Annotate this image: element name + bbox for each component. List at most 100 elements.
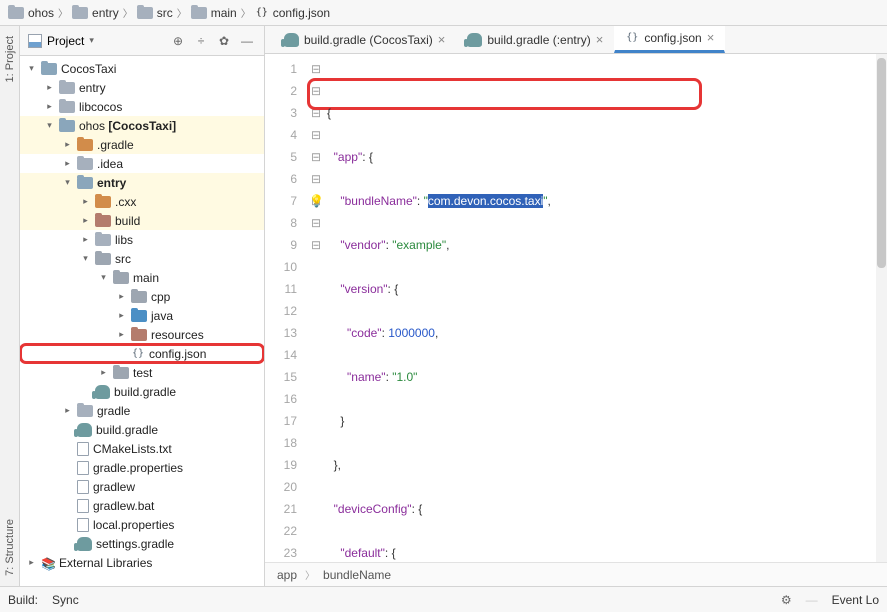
editor-tabs: build.gradle (CocosTaxi)× build.gradle (… — [265, 26, 887, 54]
folder-icon — [131, 329, 147, 341]
folder-icon — [191, 7, 207, 19]
tree-item[interactable]: java — [20, 306, 264, 325]
workspace: 1: Project 7: Structure Project ▾ ⊕ ÷ ✿ … — [0, 26, 887, 586]
tree-item[interactable]: main — [20, 268, 264, 287]
event-log-button[interactable]: Event Lo — [832, 593, 879, 607]
tree-item[interactable]: gradle.properties — [20, 458, 264, 477]
folder-icon — [77, 158, 93, 170]
tree-item-external[interactable]: 📚External Libraries — [20, 553, 264, 572]
tree-item-ohos[interactable]: ohos [CocosTaxi] — [20, 116, 264, 135]
tab-build-gradle-root[interactable]: build.gradle (CocosTaxi)× — [273, 26, 456, 53]
tree-item[interactable]: build — [20, 211, 264, 230]
crumb[interactable]: ohos — [28, 6, 54, 20]
gradle-file-icon — [77, 423, 92, 437]
tree-item-entry-module[interactable]: entry — [20, 173, 264, 192]
folder-icon — [77, 139, 93, 151]
intention-bulb-icon[interactable]: 💡 — [309, 190, 324, 212]
tree-item[interactable]: gradlew — [20, 477, 264, 496]
expand-icon[interactable]: ÷ — [192, 32, 210, 50]
gradle-file-icon — [77, 537, 92, 551]
close-icon[interactable]: × — [438, 32, 446, 47]
project-dropdown[interactable]: Project — [47, 34, 84, 48]
gradle-file-icon — [284, 33, 299, 47]
folder-icon — [95, 215, 111, 227]
editor-breadcrumb: app 〉 bundleName — [265, 562, 887, 586]
crumb[interactable]: src — [157, 6, 173, 20]
tree-item[interactable]: gradlew.bat — [20, 496, 264, 515]
line-gutter: 1234567891011121314151617181920212223 — [265, 54, 307, 562]
json-path[interactable]: app — [277, 568, 297, 582]
scrollbar-thumb[interactable] — [877, 58, 886, 268]
tree-item[interactable]: entry — [20, 78, 264, 97]
tree-item[interactable]: build.gradle — [20, 420, 264, 439]
json-path[interactable]: bundleName — [323, 568, 391, 582]
file-icon — [77, 499, 89, 513]
json-file-icon — [255, 6, 269, 20]
tree-item[interactable]: test — [20, 363, 264, 382]
crumb[interactable]: main — [211, 6, 237, 20]
fold-gutter[interactable]: ⊟⊟⊟⊟⊟⊟⊟⊟⊟ — [307, 54, 325, 562]
module-folder-icon — [41, 63, 57, 75]
tab-config-json[interactable]: config.json× — [614, 26, 725, 53]
gradle-file-icon — [467, 33, 482, 47]
file-icon — [77, 480, 89, 494]
tree-item[interactable]: .gradle — [20, 135, 264, 154]
module-folder-icon — [77, 177, 93, 189]
editor-column: build.gradle (CocosTaxi)× build.gradle (… — [265, 26, 887, 586]
folder-icon — [59, 101, 75, 113]
tree-item[interactable]: CMakeLists.txt — [20, 439, 264, 458]
folder-icon — [113, 367, 129, 379]
tree-item[interactable]: libs — [20, 230, 264, 249]
hide-icon[interactable]: — — [238, 32, 256, 50]
project-header: Project ▾ ⊕ ÷ ✿ — — [20, 26, 264, 56]
gear-icon[interactable]: ✿ — [215, 32, 233, 50]
crumb[interactable]: entry — [92, 6, 119, 20]
close-icon[interactable]: × — [707, 30, 715, 45]
breadcrumb: ohos〉 entry〉 src〉 main〉 config.json — [0, 0, 887, 26]
tree-item[interactable]: libcocos — [20, 97, 264, 116]
folder-icon — [8, 7, 24, 19]
tree-item[interactable]: gradle — [20, 401, 264, 420]
tree-item[interactable]: .idea — [20, 154, 264, 173]
tree-item[interactable]: local.properties — [20, 515, 264, 534]
module-folder-icon — [59, 120, 75, 132]
gradle-file-icon — [95, 385, 110, 399]
folder-icon — [95, 234, 111, 246]
tab-build-gradle-entry[interactable]: build.gradle (:entry)× — [456, 26, 614, 53]
tree-item[interactable]: .cxx — [20, 192, 264, 211]
vertical-scrollbar[interactable] — [876, 54, 887, 562]
folder-icon — [77, 405, 93, 417]
tree-item[interactable]: cpp — [20, 287, 264, 306]
folder-icon — [72, 7, 88, 19]
project-view-icon — [28, 34, 42, 48]
folder-icon — [95, 253, 111, 265]
structure-tool-button[interactable]: 7: Structure — [4, 519, 16, 576]
properties-file-icon — [77, 518, 89, 532]
code-editor[interactable]: 1234567891011121314151617181920212223 ⊟⊟… — [265, 54, 887, 562]
project-panel: Project ▾ ⊕ ÷ ✿ — CocosTaxi entry libcoc… — [20, 26, 265, 586]
tree-item[interactable]: src — [20, 249, 264, 268]
sync-tool-label[interactable]: Sync — [52, 593, 79, 607]
tree-item[interactable]: settings.gradle — [20, 534, 264, 553]
gear-icon[interactable]: ⚙ — [781, 593, 792, 607]
crumb[interactable]: config.json — [273, 6, 330, 20]
tool-window-bar-left: 1: Project 7: Structure — [0, 26, 20, 586]
json-file-icon — [131, 347, 145, 361]
selected-text: com.devon.cocos.taxi — [428, 194, 543, 208]
folder-icon — [137, 7, 153, 19]
project-tool-button[interactable]: 1: Project — [4, 36, 16, 82]
folder-icon — [131, 310, 147, 322]
folder-icon — [113, 272, 129, 284]
file-icon — [77, 442, 89, 456]
tree-item[interactable]: build.gradle — [20, 382, 264, 401]
project-tree[interactable]: CocosTaxi entry libcocos ohos [CocosTaxi… — [20, 56, 264, 586]
tree-item[interactable]: resources — [20, 325, 264, 344]
json-file-icon — [625, 31, 639, 45]
tree-item-config-json[interactable]: config.json — [20, 344, 264, 363]
tree-item-root[interactable]: CocosTaxi — [20, 59, 264, 78]
build-tool-label[interactable]: Build: — [8, 593, 38, 607]
code-area[interactable]: { "app": { 💡 "bundleName": "com.devon.co… — [325, 54, 887, 562]
close-icon[interactable]: × — [596, 32, 604, 47]
locate-icon[interactable]: ⊕ — [169, 32, 187, 50]
folder-icon — [95, 196, 111, 208]
